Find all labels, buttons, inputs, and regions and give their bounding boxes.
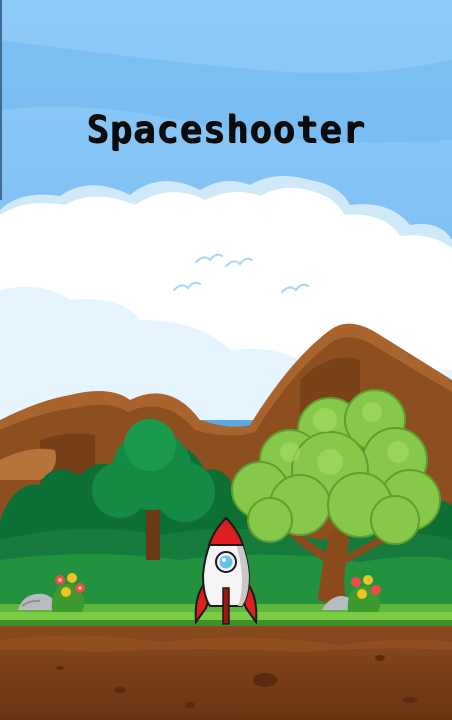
window-edge [0,0,2,200]
game-title: Spaceshooter [86,108,366,151]
dirt-ground [0,626,452,720]
